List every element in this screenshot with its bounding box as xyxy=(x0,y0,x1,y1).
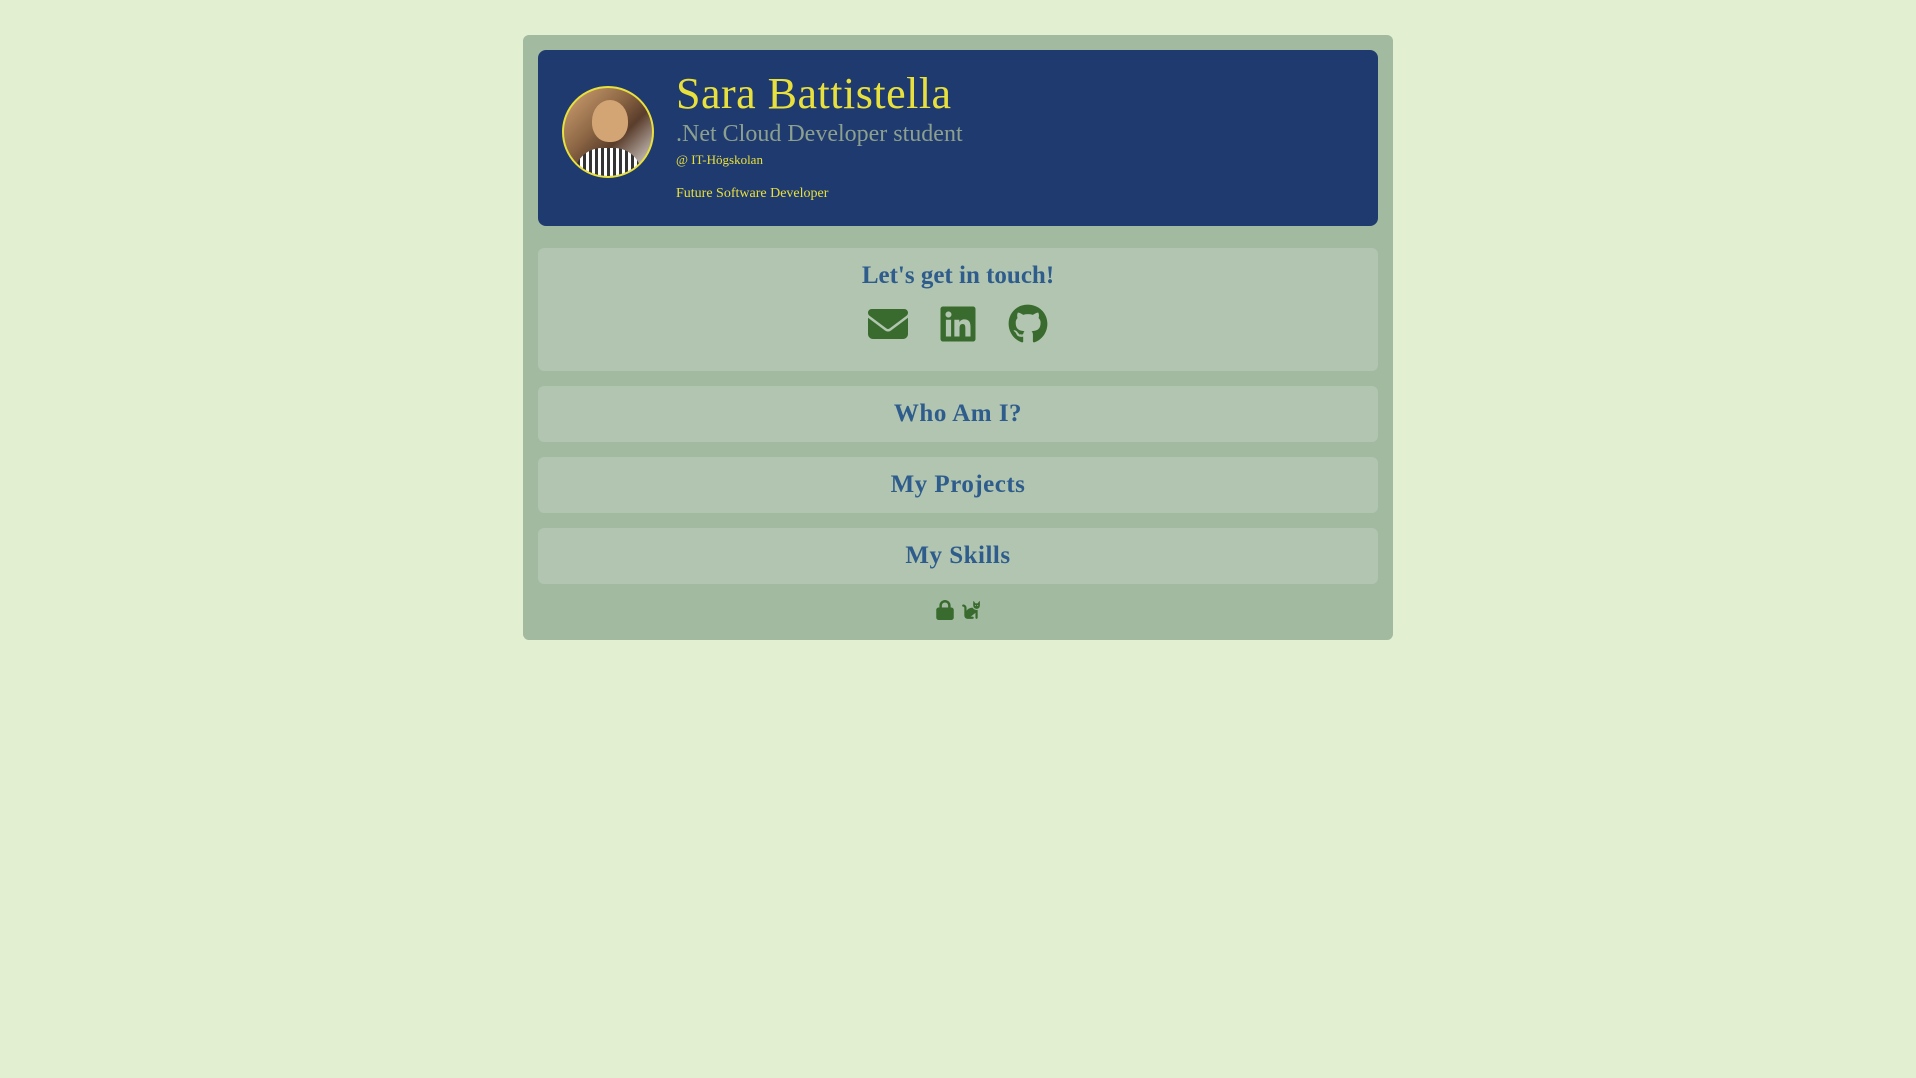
footer-icons xyxy=(538,600,1378,625)
main-container: Sara Battistella .Net Cloud Developer st… xyxy=(523,35,1393,640)
projects-title: My Projects xyxy=(558,471,1358,499)
subtitle: .Net Cloud Developer student xyxy=(676,121,1354,148)
who-title: Who Am I? xyxy=(558,400,1358,428)
contact-title: Let's get in touch! xyxy=(558,262,1358,290)
school: @ IT-Högskolan xyxy=(676,152,1354,168)
avatar xyxy=(562,86,654,178)
header-card: Sara Battistella .Net Cloud Developer st… xyxy=(538,50,1378,226)
lock-icon xyxy=(935,600,955,625)
linkedin-icon[interactable] xyxy=(938,304,978,349)
who-card[interactable]: Who Am I? xyxy=(538,386,1378,442)
header-text: Sara Battistella .Net Cloud Developer st… xyxy=(676,68,1354,202)
person-name: Sara Battistella xyxy=(676,68,1354,119)
skills-card[interactable]: My Skills xyxy=(538,528,1378,584)
contact-card: Let's get in touch! xyxy=(538,248,1378,371)
projects-card[interactable]: My Projects xyxy=(538,457,1378,513)
github-icon[interactable] xyxy=(1008,304,1048,349)
skills-title: My Skills xyxy=(558,542,1358,570)
cat-icon xyxy=(961,600,981,625)
contact-icon-row xyxy=(558,304,1358,349)
email-icon[interactable] xyxy=(868,304,908,349)
tagline: Future Software Developer xyxy=(676,186,1354,202)
